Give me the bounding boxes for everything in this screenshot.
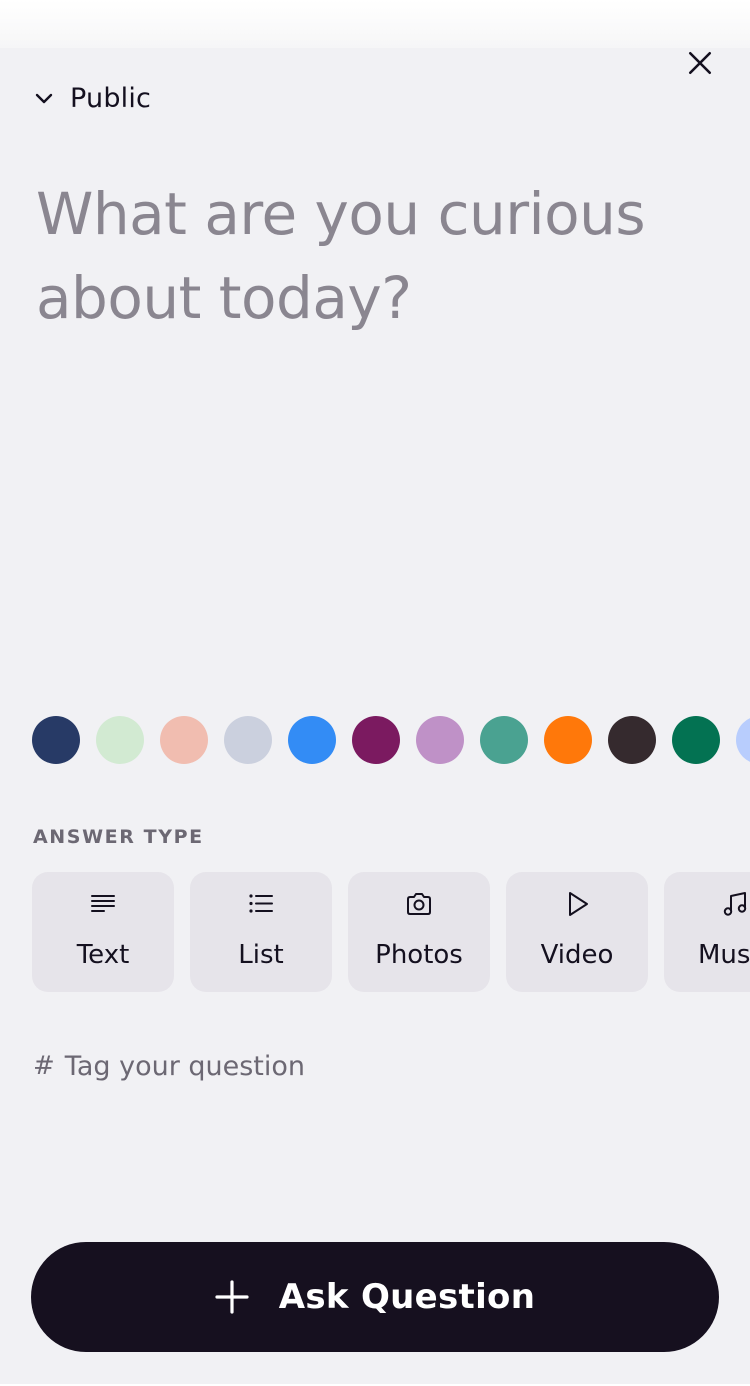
text-lines-icon [91,895,115,912]
close-icon [688,51,712,75]
answer-type-text[interactable]: Text [32,872,174,992]
answer-type-video[interactable]: Video [506,872,648,992]
color-swatch[interactable] [544,716,592,764]
plus-icon [215,1280,249,1314]
answer-type-label: Photos [375,940,463,970]
camera-icon [407,893,431,915]
color-swatch[interactable] [352,716,400,764]
play-icon [569,892,588,916]
answer-type-heading: ANSWER TYPE [33,826,204,848]
answer-type-list-option[interactable]: List [190,872,332,992]
chevron-down-icon [35,93,53,104]
hashtag-icon: # [33,1051,55,1081]
visibility-label: Public [70,82,152,114]
answer-type-label: Text [76,940,130,970]
color-swatch[interactable] [288,716,336,764]
color-swatch[interactable] [96,716,144,764]
color-swatch[interactable] [672,716,720,764]
color-swatch[interactable] [480,716,528,764]
color-picker [32,716,750,764]
top-fade [0,0,750,48]
visibility-selector[interactable]: Public [32,78,151,118]
ask-question-button[interactable]: Ask Question [31,1242,719,1352]
color-swatch[interactable] [224,716,272,764]
color-swatch[interactable] [736,716,750,764]
color-swatch[interactable] [160,716,208,764]
color-swatch[interactable] [32,716,80,764]
answer-type-label: List [238,940,284,970]
answer-type-list: Text List Photos Video Mus [32,872,750,992]
answer-type-music[interactable]: Music [664,872,750,992]
tag-placeholder: Tag your question [64,1050,306,1082]
tag-input[interactable]: # Tag your question [33,1046,305,1086]
answer-type-label: Music [698,940,750,970]
color-swatch[interactable] [416,716,464,764]
music-note-icon [723,892,747,916]
color-swatch[interactable] [608,716,656,764]
close-button[interactable] [682,48,718,78]
ask-question-sheet: Public What are you curious about today?… [0,48,750,1384]
ask-question-label: Ask Question [278,1277,536,1317]
answer-type-photos[interactable]: Photos [348,872,490,992]
list-icon [249,894,273,913]
question-input[interactable]: What are you curious about today? [36,172,716,712]
answer-type-label: Video [540,940,614,970]
